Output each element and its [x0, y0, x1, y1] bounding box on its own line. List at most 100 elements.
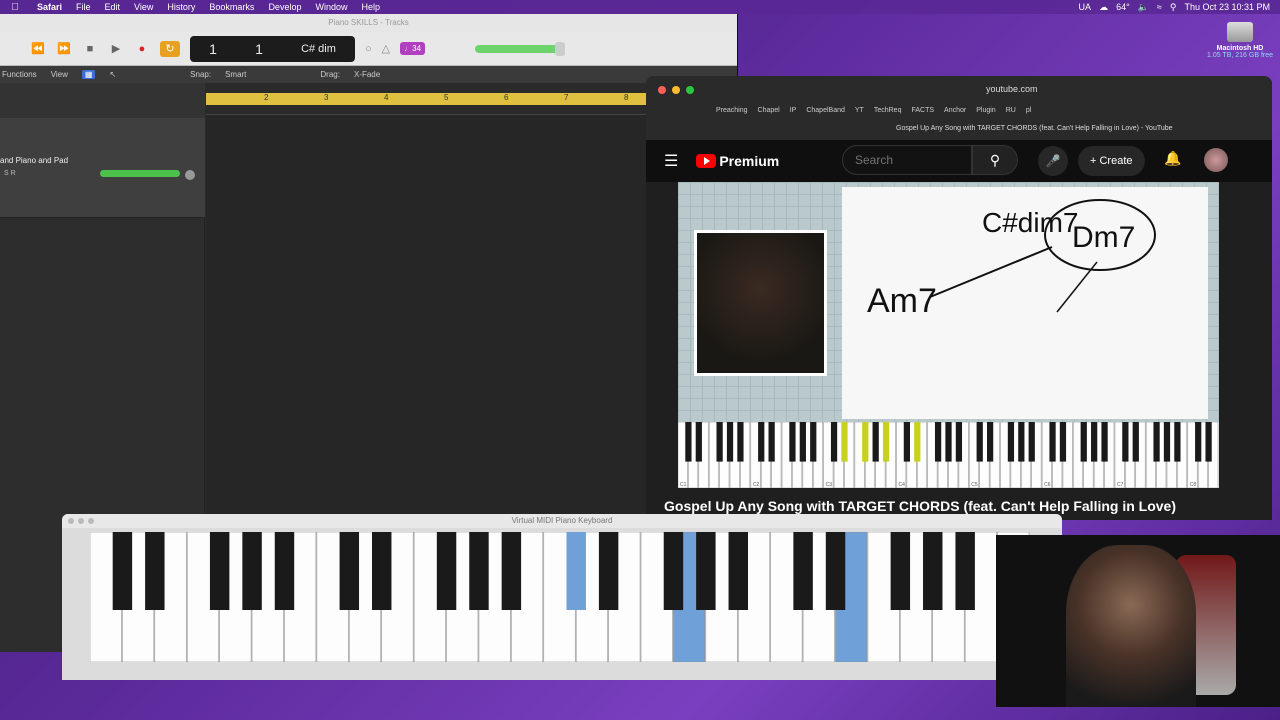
vmpk-keyboard[interactable]: [90, 532, 1030, 662]
black-key[interactable]: [209, 532, 230, 610]
black-key[interactable]: [1122, 422, 1129, 462]
address-bar[interactable]: youtube.com: [986, 84, 1038, 94]
favorite-item[interactable]: ChapelBand: [806, 107, 845, 114]
menu-app[interactable]: Safari: [30, 2, 69, 12]
black-key[interactable]: [469, 532, 489, 610]
black-key[interactable]: [696, 532, 716, 610]
menu-view[interactable]: View: [127, 2, 160, 12]
black-key[interactable]: [758, 422, 765, 462]
black-key[interactable]: [976, 422, 983, 462]
black-key[interactable]: [789, 422, 796, 462]
black-key[interactable]: [242, 532, 262, 610]
black-key[interactable]: [274, 532, 295, 610]
close-icon[interactable]: [658, 86, 666, 94]
black-key[interactable]: [339, 532, 360, 610]
black-key[interactable]: [728, 532, 748, 610]
black-key[interactable]: [1153, 422, 1160, 462]
video-title[interactable]: Gospel Up Any Song with TARGET CHORDS (f…: [664, 498, 1176, 514]
black-key[interactable]: [1174, 422, 1181, 462]
black-key[interactable]: [372, 532, 392, 610]
track-solo-record[interactable]: S R: [4, 170, 16, 177]
weather-icon[interactable]: ☁: [1099, 2, 1108, 13]
black-key[interactable]: [1101, 422, 1108, 462]
search-icon[interactable]: ⚲: [972, 145, 1018, 175]
weather-temp[interactable]: 64°: [1116, 2, 1130, 12]
black-key[interactable]: [882, 422, 890, 462]
desktop-disk-icon[interactable]: Macintosh HD 1.05 TB, 216 GB free: [1205, 22, 1275, 59]
favorite-item[interactable]: FACTS: [911, 107, 934, 114]
black-key[interactable]: [598, 532, 619, 610]
black-key[interactable]: [825, 532, 846, 610]
input-source-indicator[interactable]: UA: [1079, 2, 1092, 12]
master-volume-slider[interactable]: [475, 41, 566, 56]
menu-icon[interactable]: ☰: [664, 151, 678, 171]
black-key[interactable]: [1028, 422, 1035, 462]
black-key[interactable]: [1007, 422, 1015, 462]
black-key[interactable]: [1091, 422, 1098, 462]
black-key[interactable]: [737, 422, 744, 462]
favorite-item[interactable]: IP: [790, 107, 797, 114]
favorite-item[interactable]: RU: [1006, 107, 1016, 114]
black-key[interactable]: [145, 532, 165, 610]
black-key[interactable]: [934, 422, 942, 462]
black-key[interactable]: [1080, 422, 1087, 462]
black-key[interactable]: [768, 422, 775, 462]
view-menu[interactable]: View: [51, 70, 68, 79]
forward-icon[interactable]: ⏩: [56, 42, 72, 55]
favorite-item[interactable]: pl: [1026, 107, 1031, 114]
track-volume-fader[interactable]: [100, 170, 180, 177]
avatar[interactable]: [1204, 148, 1228, 172]
black-key[interactable]: [1049, 422, 1056, 462]
menu-bookmarks[interactable]: Bookmarks: [202, 2, 261, 12]
black-key[interactable]: [1132, 422, 1139, 462]
drag-select[interactable]: X-Fade: [354, 70, 380, 79]
black-key[interactable]: [1205, 422, 1212, 462]
wifi-icon[interactable]: ≈: [1157, 2, 1162, 12]
track-row[interactable]: and Piano and Pad S R: [0, 118, 205, 218]
black-key[interactable]: [955, 532, 975, 610]
record-icon[interactable]: ●: [134, 43, 150, 55]
black-key[interactable]: [903, 422, 911, 462]
clock[interactable]: Thu Oct 23 10:31 PM: [1184, 2, 1270, 12]
black-key[interactable]: [914, 422, 921, 462]
favorite-item[interactable]: Chapel: [758, 107, 780, 114]
menu-history[interactable]: History: [160, 2, 202, 12]
menu-window[interactable]: Window: [308, 2, 354, 12]
favorite-item[interactable]: Anchor: [944, 107, 966, 114]
black-key[interactable]: [799, 422, 806, 462]
black-key[interactable]: [566, 532, 586, 610]
black-key[interactable]: [872, 422, 879, 462]
cycle-icon[interactable]: ↻: [160, 40, 180, 57]
video-player[interactable]: C#dim7 Dm7 Am7 C1 C2 C3 C4 C5 C6 C7 C8: [677, 182, 1219, 489]
maximize-icon[interactable]: [88, 518, 94, 524]
black-key[interactable]: [501, 532, 522, 610]
tuner-icon[interactable]: ○: [365, 43, 372, 55]
lcd-display[interactable]: 1 1 C# dim: [190, 35, 355, 62]
black-key[interactable]: [793, 532, 813, 610]
favorite-item[interactable]: YT: [855, 107, 864, 114]
functions-menu[interactable]: Functions: [2, 70, 37, 79]
black-key[interactable]: [663, 532, 684, 610]
youtube-logo[interactable]: Premium: [696, 153, 779, 169]
active-tab[interactable]: Gospel Up Any Song with TARGET CHORDS (f…: [896, 125, 1173, 132]
black-key[interactable]: [436, 532, 457, 610]
volume-icon[interactable]: 🔈: [1138, 2, 1149, 13]
stop-icon[interactable]: ■: [82, 43, 98, 55]
black-key[interactable]: [1059, 422, 1067, 462]
microphone-icon[interactable]: 🎤: [1038, 146, 1068, 176]
maximize-icon[interactable]: [686, 86, 694, 94]
notifications-icon[interactable]: 🔔: [1164, 150, 1181, 167]
menu-help[interactable]: Help: [354, 2, 387, 12]
play-icon[interactable]: ▶: [108, 42, 124, 55]
favorite-item[interactable]: Preaching: [716, 107, 748, 114]
black-key[interactable]: [726, 422, 734, 462]
black-key[interactable]: [862, 422, 869, 462]
black-key[interactable]: [685, 422, 692, 462]
black-key[interactable]: [810, 422, 817, 462]
search-icon[interactable]: ⚲: [1170, 2, 1177, 13]
black-key[interactable]: [986, 422, 994, 462]
volume-knob[interactable]: [555, 41, 566, 56]
search-input[interactable]: [842, 145, 972, 175]
black-key[interactable]: [955, 422, 963, 462]
black-key[interactable]: [923, 532, 943, 610]
